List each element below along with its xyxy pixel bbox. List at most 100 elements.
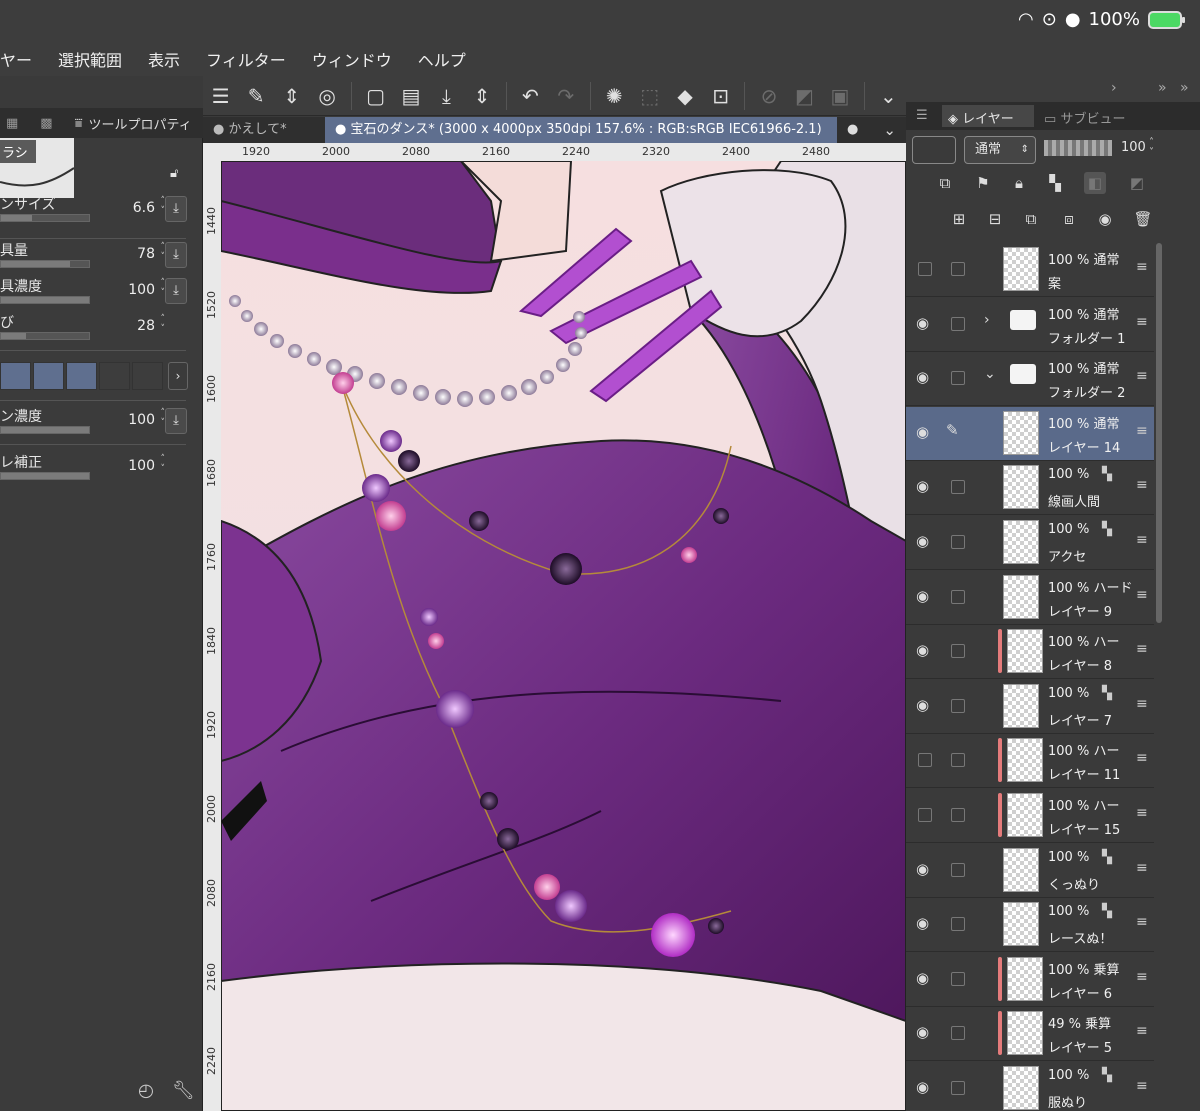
eye-icon[interactable]: ◉ <box>916 1025 936 1040</box>
edit-target-checkbox[interactable] <box>951 589 965 604</box>
layer-menu-icon[interactable]: ≡ <box>1136 423 1148 439</box>
loading-icon[interactable]: ✺ <box>599 81 628 111</box>
layer-row[interactable]: ◉ 100 % くっぬり ▚ ≡ <box>906 844 1154 898</box>
edit-target-checkbox[interactable] <box>951 644 965 659</box>
edit-target-checkbox[interactable] <box>951 535 965 549</box>
updown-icon-2[interactable]: ⇕ <box>467 81 496 111</box>
layer-row[interactable]: ◉ 100 % ハード レイヤー 9 ≡ <box>906 571 1154 625</box>
layer-menu-icon[interactable]: ≡ <box>1136 314 1148 330</box>
menu-item-4[interactable]: ウィンドウ <box>312 47 392 71</box>
tab-icon[interactable]: ▦ <box>6 116 18 131</box>
property-slider[interactable] <box>0 296 90 304</box>
drawing-canvas[interactable] <box>221 161 906 1111</box>
property-slider[interactable] <box>0 472 90 480</box>
edit-target-checkbox[interactable] <box>951 316 965 331</box>
eye-icon[interactable]: ◉ <box>916 424 936 439</box>
layer-menu-icon[interactable]: ≡ <box>1136 477 1148 493</box>
eye-icon[interactable]: ◉ <box>916 1080 936 1095</box>
eye-icon[interactable]: ◉ <box>916 588 936 603</box>
chevron-down-icon[interactable]: ⌄ <box>873 117 906 143</box>
lock-alpha-icon[interactable]: ▚ <box>1044 172 1066 194</box>
edit-target-checkbox[interactable] <box>951 753 965 768</box>
chevron-down-icon[interactable]: ⌄ <box>874 81 903 111</box>
eye-icon[interactable]: ◉ <box>916 916 936 931</box>
tab-kaeshite[interactable]: ● かえして* <box>203 117 325 143</box>
pressure-icon[interactable]: ◴ <box>138 1080 154 1101</box>
edit-tool-icon[interactable]: ✎ <box>241 81 270 111</box>
property-slider[interactable] <box>0 426 90 434</box>
selection-icon[interactable]: ⬚ <box>635 81 664 111</box>
layer-menu-icon[interactable]: ≡ <box>1136 696 1148 712</box>
edit-target-checkbox[interactable] <box>951 371 965 386</box>
layer-menu-icon[interactable]: ≡ <box>1136 805 1148 821</box>
blend-mode-select[interactable]: 通常 ⇕ <box>964 136 1036 164</box>
layer-row[interactable]: 100 % ハー レイヤー 15 ≡ <box>906 789 1154 843</box>
double-chevron-icon[interactable]: » <box>1158 80 1167 96</box>
pen-icon[interactable]: ✎ <box>946 421 959 439</box>
lock-icon[interactable]: 🔒︎ <box>1008 172 1030 194</box>
fill-icon[interactable]: ◆ <box>670 81 699 111</box>
eye-icon[interactable]: ◉ <box>916 697 936 712</box>
save-icon[interactable]: ⤓ <box>432 81 461 111</box>
mask-icon[interactable]: ◧ <box>1084 172 1106 194</box>
color-swatch[interactable] <box>99 362 130 390</box>
crop-icon[interactable]: ▣ <box>825 81 854 111</box>
merge-layer-icon[interactable]: ⧈ <box>1058 208 1080 230</box>
eye-icon[interactable]: ◉ <box>916 479 936 494</box>
layer-menu-icon[interactable]: ≡ <box>1136 641 1148 657</box>
eye-icon[interactable]: ◉ <box>916 643 936 658</box>
layer-row[interactable]: ◉ 100 % レースぬ！ ▚ ≡ <box>906 898 1154 953</box>
mask-icon-2[interactable]: ◩ <box>1126 172 1148 194</box>
menu-item-2[interactable]: 表示 <box>148 47 180 71</box>
layer-row[interactable]: ◉ 100 % アクセ ▚ ≡ <box>906 516 1154 570</box>
eye-icon[interactable]: ◉ <box>916 861 936 876</box>
edit-target-checkbox[interactable] <box>951 808 965 822</box>
visibility-checkbox[interactable] <box>918 753 932 768</box>
clip-icon[interactable]: ⧉ <box>934 172 956 194</box>
tab-icon-2[interactable]: ▩ <box>40 116 52 131</box>
menu-item-0[interactable]: ヤー <box>0 47 32 71</box>
tab-subview[interactable]: ▭ サブビュー <box>1044 108 1125 127</box>
edit-target-checkbox[interactable] <box>951 698 965 713</box>
layer-row[interactable]: ◉ 100 % ハー レイヤー 8 ≡ <box>906 625 1154 680</box>
open-folder-icon[interactable]: ▤ <box>396 81 425 111</box>
menu-item-5[interactable]: ヘルプ <box>418 47 466 71</box>
layer-row[interactable]: ◉ › 100 % 通常 フォルダー 1 ≡ <box>906 298 1154 352</box>
edit-target-checkbox[interactable] <box>951 262 965 276</box>
chevron-right-icon[interactable]: › <box>168 362 188 390</box>
eye-icon[interactable]: ◉ <box>916 315 936 330</box>
layer-row[interactable]: ◉ 100 % 乗算 レイヤー 6 ≡ <box>906 953 1154 1007</box>
layer-menu-icon[interactable]: ≡ <box>1136 368 1148 384</box>
color-swatch[interactable] <box>66 362 97 390</box>
layer-menu-icon[interactable]: ≡ <box>1136 259 1148 275</box>
tab-layer[interactable]: ◈ レイヤー <box>942 105 1034 127</box>
visibility-checkbox[interactable] <box>918 808 932 822</box>
download-icon[interactable]: ⤓ <box>165 408 187 434</box>
double-chevron-icon-2[interactable]: » <box>1180 80 1189 96</box>
opacity-stepper[interactable]: ˄ ˅ <box>1149 138 1154 158</box>
undo-icon[interactable]: ↶ <box>516 81 545 111</box>
layer-menu-icon[interactable]: ≡ <box>1136 587 1148 603</box>
edit-target-checkbox[interactable] <box>951 971 965 986</box>
layer-menu-icon[interactable]: ≡ <box>1136 860 1148 876</box>
menu-item-3[interactable]: フィルター <box>206 47 286 71</box>
layer-color-button[interactable] <box>912 136 956 164</box>
eye-icon[interactable]: ◉ <box>916 970 936 985</box>
color-swatch[interactable] <box>132 362 163 390</box>
chevron-right-icon[interactable]: › <box>1111 80 1117 96</box>
lock-icon[interactable]: 🔓︎ <box>170 166 178 181</box>
reference-icon[interactable]: ⚑ <box>972 172 994 194</box>
redo-icon[interactable]: ↷ <box>551 81 580 111</box>
new-folder-icon[interactable]: ⊟ <box>984 208 1006 230</box>
layer-row[interactable]: 100 % 通常案 ≡ <box>906 243 1154 297</box>
layer-menu-icon[interactable]: ≡ <box>1136 1023 1148 1039</box>
trash-icon[interactable]: 🗑︎ <box>1132 208 1154 230</box>
tab-tool-property[interactable]: ツールプロパティ <box>89 114 192 133</box>
layer-row[interactable]: ◉ 100 % 線画人間 ▚ ≡ <box>906 461 1154 516</box>
download-icon[interactable]: ⤓ <box>165 278 187 304</box>
property-slider[interactable] <box>0 214 90 222</box>
panel-menu-icon[interactable]: ☰ <box>916 108 928 123</box>
layer-menu-icon[interactable]: ≡ <box>1136 969 1148 985</box>
deselect-icon[interactable]: ⊘ <box>754 81 783 111</box>
edit-target-checkbox[interactable] <box>951 917 965 932</box>
